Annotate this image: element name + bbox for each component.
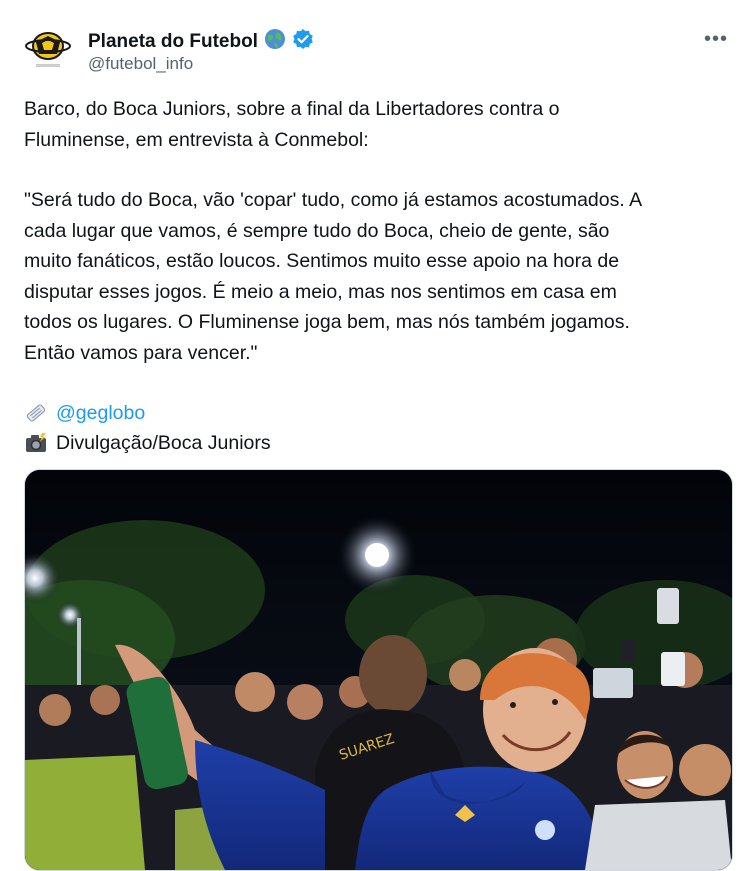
post-intro: Barco, do Boca Juniors, sobre a final da… [24, 98, 560, 151]
verified-badge-icon [292, 28, 314, 55]
post-photo[interactable]: SUAREZ [24, 469, 733, 871]
more-options-button[interactable]: ••• [704, 28, 728, 51]
post-quote: "Será tudo do Boca, vão 'copar' tudo, co… [24, 189, 643, 364]
photo-credit: Divulgação/Boca Juniors [56, 431, 271, 454]
account-handle[interactable]: @futebol_info [88, 54, 193, 74]
avatar[interactable] [24, 26, 72, 74]
source-line: @geglobo [24, 398, 724, 428]
photo-credit-line: Divulgação/Boca Juniors [24, 428, 724, 458]
source-mention-link[interactable]: @geglobo [56, 398, 145, 429]
post-text: Barco, do Boca Juniors, sobre a final da… [24, 94, 724, 458]
planeta-futebol-logo-icon [25, 32, 71, 67]
post-header: Planeta do Futebol @futebol_info ••• [24, 26, 732, 76]
globe-icon [264, 28, 286, 55]
account-name[interactable]: Planeta do Futebol [88, 31, 258, 53]
crowd-selfie-photo: SUAREZ [25, 470, 732, 870]
newspaper-icon [24, 402, 50, 424]
camera-flash-icon [24, 432, 50, 454]
